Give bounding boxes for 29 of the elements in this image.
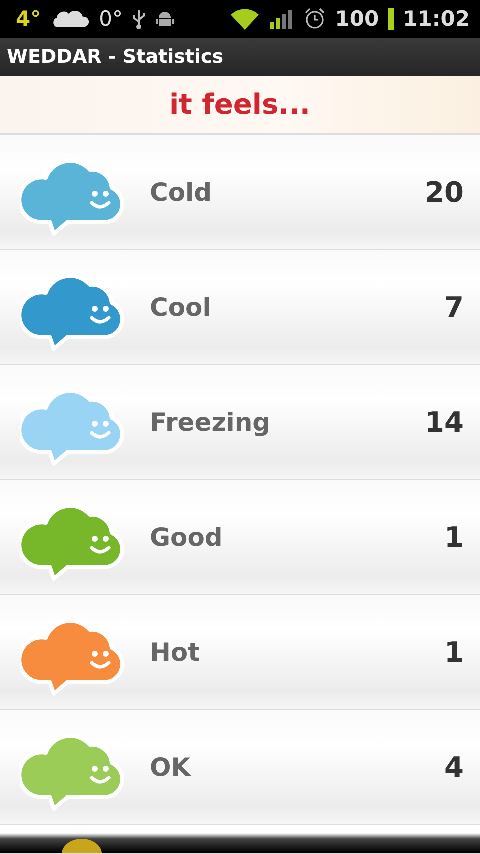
weather-temperature: 4°: [16, 7, 42, 31]
wifi-icon: [230, 8, 260, 30]
usb-icon: [132, 8, 146, 30]
mood-count: 4: [444, 750, 464, 784]
app-title: WEDDAR - Statistics: [7, 46, 224, 68]
mood-label: Freezing: [150, 408, 272, 436]
battery-icon: [388, 8, 394, 30]
mood-row[interactable]: Hot 1: [0, 595, 480, 710]
mood-row[interactable]: Cold 20: [0, 135, 480, 250]
mood-count: 14: [425, 406, 464, 438]
mood-label: OK: [150, 752, 192, 782]
mood-count: 20: [425, 176, 464, 208]
mood-row[interactable]: Good 1: [0, 480, 480, 595]
clock-time: 11:02: [403, 7, 470, 31]
android-icon: [155, 9, 175, 29]
mood-count: 1: [444, 636, 464, 668]
battery-level: 100: [335, 7, 380, 31]
mood-count: 7: [444, 290, 464, 324]
temperature: 0°: [99, 7, 123, 31]
mood-label: Cool: [150, 292, 212, 322]
mood-label: Cold: [150, 178, 213, 206]
section-heading: it feels...: [169, 88, 311, 121]
mood-row[interactable]: OK 4: [0, 710, 480, 825]
alarm-icon: [304, 8, 326, 30]
mood-row[interactable]: Cool 7: [0, 250, 480, 365]
mood-label: Good: [150, 522, 224, 552]
mood-row[interactable]: Freezing 14: [0, 365, 480, 480]
mood-label: Hot: [150, 638, 202, 666]
mood-count: 1: [444, 520, 464, 554]
